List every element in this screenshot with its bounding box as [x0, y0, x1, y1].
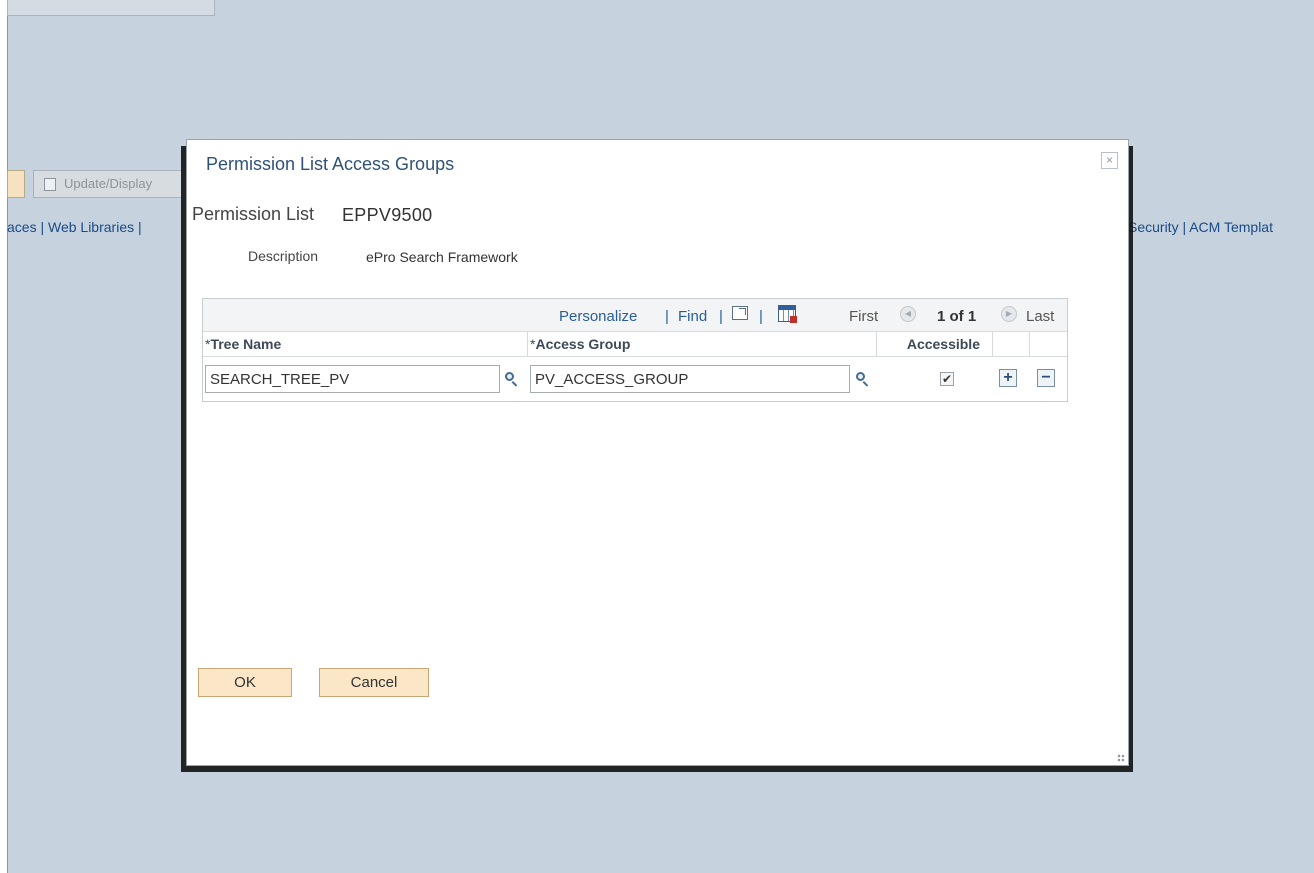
- background-links-left: aces | Web Libraries |: [7, 219, 142, 235]
- tree-name-input[interactable]: [205, 365, 500, 393]
- row-count: 1 of 1: [937, 308, 977, 325]
- tree-name-lookup-icon[interactable]: [504, 371, 520, 387]
- permission-list-access-groups-modal: Permission List Access Groups × Permissi…: [186, 139, 1129, 766]
- column-header-add: [993, 332, 1030, 356]
- first-link: First: [849, 308, 879, 325]
- access-group-input[interactable]: [530, 365, 850, 393]
- cancel-button[interactable]: Cancel: [319, 668, 429, 697]
- background-tab: [7, 0, 215, 16]
- grid-header: *Tree Name *Access Group Accessible: [203, 332, 1067, 357]
- background-button: [7, 170, 25, 198]
- resize-handle-icon[interactable]: [1117, 754, 1125, 762]
- delete-row-button[interactable]: −: [1037, 369, 1055, 387]
- column-header-access-group: *Access Group: [528, 332, 877, 356]
- last-link: Last: [1026, 308, 1055, 325]
- close-icon[interactable]: ×: [1101, 152, 1118, 169]
- previous-arrow-icon[interactable]: ◀: [900, 306, 916, 322]
- grid-navigation-bar: Personalize | Find | | First ◀ 1 of 1 ▶ …: [203, 299, 1067, 332]
- nav-separator: |: [719, 308, 723, 325]
- access-group-lookup-icon[interactable]: [855, 371, 871, 387]
- next-arrow-icon[interactable]: ▶: [1001, 306, 1017, 322]
- description-label: Description: [248, 248, 319, 264]
- column-header-tree-name: *Tree Name: [203, 332, 528, 356]
- update-display-label: Update/Display: [64, 176, 153, 191]
- table-row: ✔ + −: [203, 357, 1067, 397]
- ok-button[interactable]: OK: [198, 668, 292, 697]
- background-links-right: Security | ACM Templat: [1128, 219, 1273, 235]
- permission-list-label: Permission List: [192, 204, 315, 224]
- view-all-icon[interactable]: [732, 306, 748, 320]
- accessible-checkbox[interactable]: ✔: [940, 372, 954, 386]
- add-row-button[interactable]: +: [999, 369, 1017, 387]
- column-header-accessible: Accessible: [877, 332, 993, 356]
- access-group-label: Access Group: [535, 336, 631, 352]
- update-icon: [44, 178, 56, 191]
- tree-name-label: Tree Name: [210, 336, 282, 352]
- access-groups-grid: Personalize | Find | | First ◀ 1 of 1 ▶ …: [202, 298, 1068, 402]
- nav-separator: |: [665, 308, 669, 325]
- download-grid-icon[interactable]: [778, 305, 797, 323]
- permission-list-value: EPPV9500: [342, 205, 433, 225]
- find-link[interactable]: Find: [678, 308, 707, 325]
- description-value: ePro Search Framework: [366, 249, 518, 265]
- nav-separator: |: [759, 308, 763, 325]
- personalize-link[interactable]: Personalize: [559, 308, 637, 325]
- modal-title: Permission List Access Groups: [206, 154, 455, 174]
- update-display-button: Update/Display: [33, 170, 193, 198]
